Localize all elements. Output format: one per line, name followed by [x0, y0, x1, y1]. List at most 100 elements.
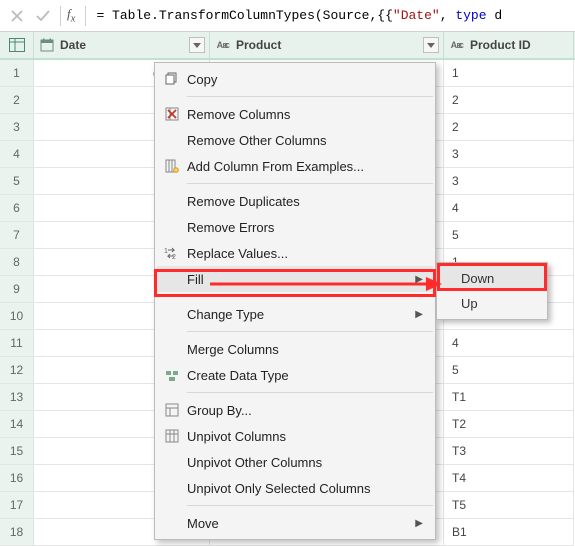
menu-item-label: Remove Duplicates — [187, 194, 423, 209]
chevron-down-icon — [193, 43, 201, 48]
column-label: Product — [236, 38, 281, 52]
menu-separator — [187, 392, 433, 393]
fx-icon[interactable]: fx — [67, 6, 75, 25]
row-index: 2 — [0, 87, 34, 114]
formula-text: , — [440, 8, 456, 23]
remove-icon — [157, 107, 187, 121]
formula-keyword: type — [455, 8, 486, 23]
column-dropdown[interactable] — [423, 37, 439, 53]
column-label: Date — [60, 38, 86, 52]
cell-product-id[interactable]: T5 — [444, 492, 574, 519]
menu-separator — [187, 183, 433, 184]
formula-cancel-button[interactable] — [4, 4, 30, 28]
column-header-product[interactable]: ABC Product — [210, 32, 444, 58]
menu-item-remove-errors[interactable]: Remove Errors — [157, 214, 433, 240]
menu-item-label: Add Column From Examples... — [187, 159, 423, 174]
menu-separator — [187, 296, 433, 297]
fill-submenu: DownUp — [436, 262, 548, 320]
menu-item-replace-values[interactable]: 12Replace Values... — [157, 240, 433, 266]
cell-product-id[interactable]: 5 — [444, 222, 574, 249]
row-index: 3 — [0, 114, 34, 141]
row-index: 6 — [0, 195, 34, 222]
cell-product-id[interactable]: T2 — [444, 411, 574, 438]
menu-item-move[interactable]: Move ▶ — [157, 510, 433, 536]
menu-item-label: Unpivot Only Selected Columns — [187, 481, 423, 496]
row-index: 17 — [0, 492, 34, 519]
chevron-down-icon — [427, 43, 435, 48]
cell-product-id[interactable]: 4 — [444, 195, 574, 222]
menu-item-remove-columns[interactable]: Remove Columns — [157, 101, 433, 127]
menu-item-label: Move — [187, 516, 409, 531]
column-header-product-id[interactable]: ABC Product ID — [444, 32, 574, 58]
menu-item-fill[interactable]: Fill▶ — [157, 266, 433, 292]
menu-separator — [187, 96, 433, 97]
menu-item-label: Create Data Type — [187, 368, 423, 383]
cell-product-id[interactable]: 4 — [444, 330, 574, 357]
row-index: 14 — [0, 411, 34, 438]
menu-item-label: Remove Errors — [187, 220, 423, 235]
menu-separator — [187, 331, 433, 332]
menu-item-merge-columns[interactable]: Merge Columns — [157, 336, 433, 362]
menu-item-group-by[interactable]: Group By... — [157, 397, 433, 423]
menu-item-unpivot-only-selected-columns[interactable]: Unpivot Only Selected Columns — [157, 475, 433, 501]
text-type-icon: ABC — [214, 40, 232, 50]
menu-item-label: Unpivot Columns — [187, 429, 423, 444]
menu-item-remove-duplicates[interactable]: Remove Duplicates — [157, 188, 433, 214]
row-index: 1 — [0, 60, 34, 87]
context-menu: Copy Remove Columns Remove Other Columns Ad… — [154, 62, 436, 540]
menu-item-change-type[interactable]: Change Type ▶ — [157, 301, 433, 327]
separator — [60, 6, 61, 26]
datatype-icon — [157, 368, 187, 382]
cell-product-id[interactable]: T4 — [444, 465, 574, 492]
menu-item-label: Change Type — [187, 307, 409, 322]
row-index: 5 — [0, 168, 34, 195]
formula-text: d — [487, 8, 503, 23]
text-type-icon: ABC — [448, 40, 466, 50]
cell-product-id[interactable]: 3 — [444, 141, 574, 168]
addcol-icon — [157, 159, 187, 173]
menu-item-remove-other-columns[interactable]: Remove Other Columns — [157, 127, 433, 153]
submenu-arrow-icon: ▶ — [415, 274, 423, 285]
submenu-arrow-icon: ▶ — [415, 518, 423, 529]
menu-separator — [187, 505, 433, 506]
unpivot-icon — [157, 429, 187, 443]
cell-product-id[interactable]: 2 — [444, 87, 574, 114]
cell-product-id[interactable]: 2 — [444, 114, 574, 141]
cell-product-id[interactable]: 1 — [444, 60, 574, 87]
svg-text:1: 1 — [164, 248, 168, 255]
copy-icon — [157, 72, 187, 86]
grid-header: Date ABC Product ABC Product ID — [0, 32, 575, 60]
formula-confirm-button[interactable] — [30, 4, 56, 28]
row-index: 7 — [0, 222, 34, 249]
menu-item-unpivot-other-columns[interactable]: Unpivot Other Columns — [157, 449, 433, 475]
formula-bar: fx = Table.TransformColumnTypes(Source,{… — [0, 0, 575, 32]
menu-item-copy[interactable]: Copy — [157, 66, 433, 92]
formula-input[interactable]: = Table.TransformColumnTypes(Source,{{"D… — [90, 8, 575, 23]
row-index: 10 — [0, 303, 34, 330]
column-header-date[interactable]: Date — [34, 32, 210, 58]
menu-item-label: Merge Columns — [187, 342, 423, 357]
submenu-item-down[interactable]: Down — [439, 266, 545, 291]
formula-text: = Table.TransformColumnTypes(Source,{{ — [96, 8, 392, 23]
row-index: 8 — [0, 249, 34, 276]
table-icon[interactable] — [0, 32, 34, 58]
menu-item-label: Copy — [187, 72, 423, 87]
cell-product-id[interactable]: 3 — [444, 168, 574, 195]
cell-product-id[interactable]: 5 — [444, 357, 574, 384]
row-index: 9 — [0, 276, 34, 303]
submenu-item-up[interactable]: Up — [439, 291, 545, 316]
row-index: 15 — [0, 438, 34, 465]
calendar-icon — [38, 38, 56, 52]
row-index: 11 — [0, 330, 34, 357]
row-index: 13 — [0, 384, 34, 411]
submenu-arrow-icon: ▶ — [415, 309, 423, 320]
cell-product-id[interactable]: T3 — [444, 438, 574, 465]
cell-product-id[interactable]: T1 — [444, 384, 574, 411]
replace-icon: 12 — [157, 246, 187, 260]
group-icon — [157, 403, 187, 417]
menu-item-unpivot-columns[interactable]: Unpivot Columns — [157, 423, 433, 449]
menu-item-create-data-type[interactable]: Create Data Type — [157, 362, 433, 388]
menu-item-add-column-from-examples[interactable]: Add Column From Examples... — [157, 153, 433, 179]
menu-item-label: Remove Other Columns — [187, 133, 423, 148]
column-dropdown[interactable] — [189, 37, 205, 53]
